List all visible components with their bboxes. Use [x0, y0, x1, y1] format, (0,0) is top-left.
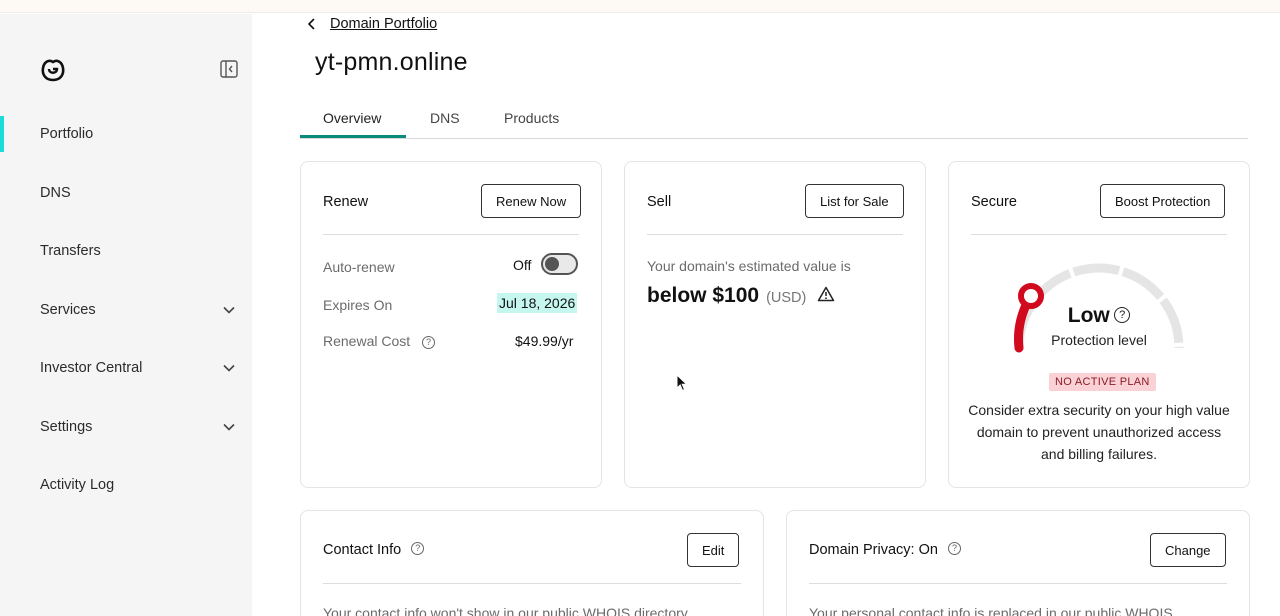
mouse-cursor-icon	[676, 374, 688, 392]
godaddy-logo-icon[interactable]	[40, 56, 66, 82]
expires-label: Expires On	[323, 297, 393, 313]
sidebar-item-portfolio[interactable]: Portfolio	[0, 114, 252, 154]
auto-renew-toggle[interactable]	[541, 253, 578, 275]
help-icon[interactable]: ?	[422, 335, 436, 349]
expires-value: Jul 18, 2026	[497, 293, 578, 313]
domain-privacy-title: Domain Privacy: On	[809, 542, 938, 558]
auto-renew-value: Off	[513, 257, 532, 273]
contact-info-title: Contact Info	[323, 542, 402, 558]
page-title: yt-pmn.online	[315, 48, 468, 76]
contact-info-card: Contact Info ? Edit Your contact info wo…	[300, 510, 764, 616]
renew-card: Renew Renew Now Auto-renew Off Expires O…	[300, 161, 602, 488]
tab-dns[interactable]: DNS	[430, 110, 460, 126]
sidebar-item-label: Settings	[40, 419, 93, 435]
chevron-left-icon	[307, 18, 315, 30]
status-badge: NO ACTIVE PLAN	[1049, 373, 1156, 391]
renew-now-button[interactable]: Renew Now	[481, 184, 582, 218]
estimate-value: below $100	[647, 284, 760, 307]
sidebar-item-transfers[interactable]: Transfers	[0, 231, 252, 271]
warning-icon[interactable]	[817, 286, 835, 302]
boost-protection-button[interactable]: Boost Protection	[1100, 184, 1226, 218]
chevron-down-icon	[223, 306, 235, 314]
estimate-label: Your domain's estimated value is	[647, 258, 851, 274]
divider	[971, 234, 1227, 235]
chevron-down-icon	[223, 423, 235, 431]
divider	[323, 583, 741, 584]
help-icon[interactable]: ?	[1114, 306, 1131, 323]
help-icon[interactable]: ?	[411, 542, 425, 556]
renewal-cost-value: $49.99/yr	[515, 333, 574, 349]
renewal-cost-text: Renewal Cost	[323, 333, 411, 349]
sidebar-item-label: Services	[40, 302, 96, 318]
domain-privacy-title-wrap: Domain Privacy: On ?	[809, 542, 961, 558]
list-for-sale-button[interactable]: List for Sale	[805, 184, 904, 218]
auto-renew-label: Auto-renew	[323, 259, 395, 275]
protection-level-value: Low	[1067, 304, 1110, 327]
domain-privacy-card: Domain Privacy: On ? Change Your persona…	[786, 510, 1250, 616]
sidebar-item-services[interactable]: Services	[0, 290, 252, 330]
protection-level-caption: Protection level	[1051, 332, 1147, 348]
renew-title: Renew	[323, 194, 369, 210]
renewal-cost-label: Renewal Cost ?	[323, 333, 436, 349]
sidebar-item-label: Portfolio	[40, 126, 94, 142]
divider	[809, 583, 1227, 584]
sidebar-item-label: Activity Log	[40, 477, 115, 493]
divider	[647, 234, 903, 235]
breadcrumb[interactable]: Domain Portfolio	[306, 16, 437, 32]
contact-info-text: Your contact info won't show in our publ…	[323, 605, 688, 616]
tab-bar: Overview DNS Products	[300, 98, 1248, 139]
sidebar-item-label: Investor Central	[40, 360, 143, 376]
contact-info-title-wrap: Contact Info ?	[323, 542, 425, 558]
sidebar-item-activity-log[interactable]: Activity Log	[0, 465, 252, 505]
estimate-currency: (USD)	[766, 290, 807, 306]
sidebar-collapse-icon[interactable]	[220, 60, 238, 78]
tab-products[interactable]: Products	[504, 110, 559, 126]
sidebar-item-investor-central[interactable]: Investor Central	[0, 348, 252, 388]
sell-title: Sell	[647, 194, 672, 210]
active-tab-indicator	[300, 135, 406, 138]
edit-contact-button[interactable]: Edit	[687, 533, 740, 567]
tab-overview[interactable]: Overview	[323, 110, 381, 126]
chevron-down-icon	[223, 364, 235, 372]
sell-card: Sell List for Sale Your domain's estimat…	[624, 161, 926, 488]
secure-title: Secure	[971, 194, 1017, 210]
sidebar-item-settings[interactable]: Settings	[0, 407, 252, 447]
change-privacy-button[interactable]: Change	[1150, 533, 1226, 567]
main-content: Domain Portfolio yt-pmn.online Overview …	[252, 14, 1280, 616]
help-icon[interactable]: ?	[947, 542, 961, 556]
breadcrumb-link[interactable]: Domain Portfolio	[330, 16, 437, 32]
sidebar-item-label: Transfers	[40, 243, 101, 259]
sidebar-item-dns[interactable]: DNS	[0, 173, 252, 213]
browser-top-strip	[0, 0, 1280, 13]
secure-card: Secure Boost Protection Low ? Protection…	[948, 161, 1250, 488]
divider	[323, 234, 579, 235]
sidebar: Portfolio DNS Transfers Services Investo…	[0, 14, 252, 616]
sidebar-item-label: DNS	[40, 185, 71, 201]
domain-privacy-text: Your personal contact info is replaced i…	[809, 605, 1173, 616]
secure-message: Consider extra security on your high val…	[968, 402, 1230, 462]
